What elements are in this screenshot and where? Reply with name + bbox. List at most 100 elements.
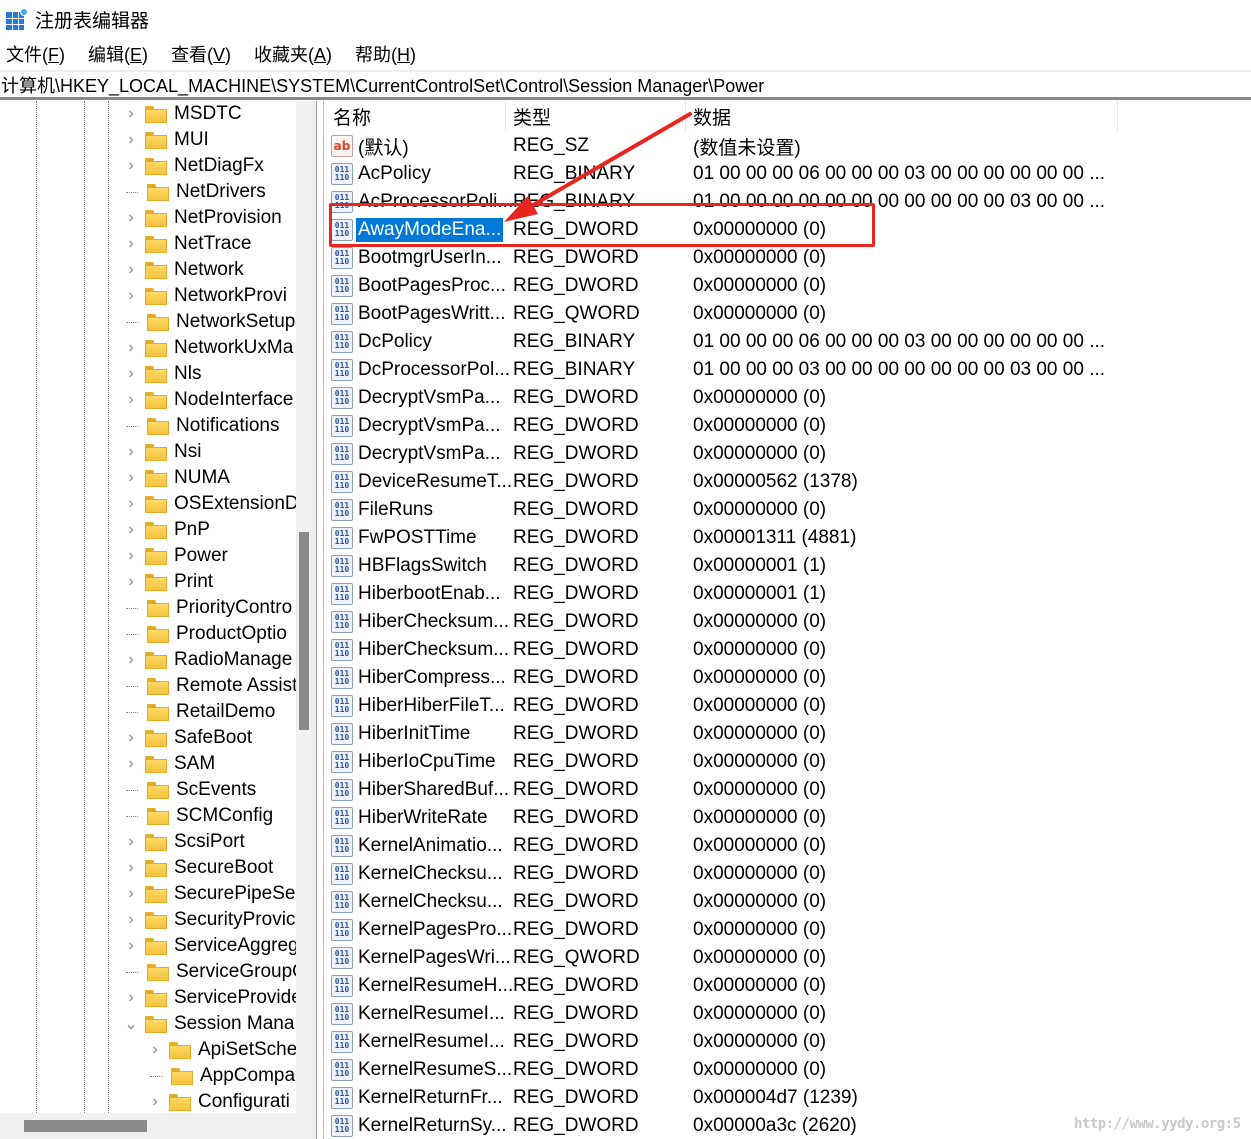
value-row[interactable]: 011 110 HiberChecksum... REG_DWORD 0x0000000…	[326, 636, 1251, 664]
value-row[interactable]: 011 110 KernelResumeS... REG_DWORD 0x0000000…	[326, 1056, 1251, 1084]
column-header-type[interactable]: 类型	[506, 101, 686, 131]
value-row[interactable]: 011 110 HiberIoCpuTime REG_DWORD 0x00000000 …	[326, 748, 1251, 776]
value-row[interactable]: 011 110 DecryptVsmPa... REG_DWORD 0x00000000…	[326, 440, 1251, 468]
column-header-name[interactable]: 名称	[326, 101, 506, 131]
chevron-right-icon[interactable]: ›	[124, 365, 138, 382]
menu-item-3[interactable]: 收藏夹(A)	[248, 41, 338, 67]
value-row[interactable]: 011 110 DcProcessorPol... REG_BINARY 01 00 0…	[326, 356, 1251, 384]
tree-item[interactable]: › NetworkProvi	[124, 283, 287, 309]
address-bar[interactable]: 计算机\HKEY_LOCAL_MACHINE\SYSTEM\CurrentCon…	[0, 70, 1251, 100]
tree-item[interactable]: › MUI	[124, 127, 209, 153]
chevron-right-icon[interactable]: ›	[124, 573, 138, 590]
chevron-right-icon[interactable]: ›	[124, 287, 138, 304]
tree-item[interactable]: Notifications	[124, 413, 280, 439]
value-row[interactable]: 011 110 DcPolicy REG_BINARY 01 00 00 00 06 0…	[326, 328, 1251, 356]
value-row[interactable]: 011 110 AwayModeEna... REG_DWORD 0x00000000 …	[326, 216, 1251, 244]
tree-item[interactable]: › ServiceAggreg	[124, 933, 296, 959]
value-row[interactable]: 011 110 KernelChecksu... REG_DWORD 0x0000000…	[326, 888, 1251, 916]
tree-horizontal-scrollbar[interactable]	[0, 1113, 316, 1139]
menu-item-2[interactable]: 查看(V)	[165, 41, 237, 67]
tree-item[interactable]: › Nls	[124, 361, 201, 387]
scrollbar-thumb[interactable]	[24, 1120, 147, 1132]
scrollbar-thumb[interactable]	[299, 532, 309, 730]
tree-item[interactable]: › Nsi	[124, 439, 201, 465]
chevron-right-icon[interactable]: ›	[124, 131, 138, 148]
value-row[interactable]: 011 110 FileRuns REG_DWORD 0x00000000 (0)	[326, 496, 1251, 524]
tree-item[interactable]: › MSDTC	[124, 101, 241, 127]
tree-item[interactable]: › OSExtensionD	[124, 491, 296, 517]
chevron-right-icon[interactable]: ›	[124, 235, 138, 252]
chevron-right-icon[interactable]: ›	[124, 391, 138, 408]
value-row[interactable]: 011 110 BootPagesProc... REG_DWORD 0x0000000…	[326, 272, 1251, 300]
tree-item[interactable]: › SecureBoot	[124, 855, 273, 881]
chevron-down-icon[interactable]: ⌄	[124, 1016, 138, 1033]
value-row[interactable]: 011 110 DecryptVsmPa... REG_DWORD 0x00000000…	[326, 412, 1251, 440]
value-row[interactable]: 011 110 HiberCompress... REG_DWORD 0x0000000…	[326, 664, 1251, 692]
tree-item[interactable]: › NetProvision	[124, 205, 281, 231]
value-row[interactable]: ab (默认) REG_SZ (数值未设置)	[326, 132, 1251, 160]
value-row[interactable]: 011 110 FwPOSTTime REG_DWORD 0x00001311 (488…	[326, 524, 1251, 552]
chevron-right-icon[interactable]: ›	[124, 859, 138, 876]
tree-item[interactable]: › Network	[124, 257, 243, 283]
value-row[interactable]: 011 110 AcProcessorPoli... REG_BINARY 01 00 …	[326, 188, 1251, 216]
tree-item[interactable]: RetailDemo	[124, 699, 275, 725]
value-row[interactable]: 011 110 KernelResumeI... REG_DWORD 0x0000000…	[326, 1028, 1251, 1056]
tree-item[interactable]: › ScsiPort	[124, 829, 244, 855]
value-row[interactable]: 011 110 HiberSharedBuf... REG_DWORD 0x000000…	[326, 776, 1251, 804]
value-row[interactable]: 011 110 KernelChecksu... REG_DWORD 0x0000000…	[326, 860, 1251, 888]
tree-item[interactable]: Remote Assist	[124, 673, 296, 699]
chevron-right-icon[interactable]: ›	[124, 989, 138, 1006]
chevron-right-icon[interactable]: ›	[124, 651, 138, 668]
tree-item[interactable]: NetworkSetup	[124, 309, 295, 335]
tree-item[interactable]: ⌄ Session Mana	[124, 1011, 294, 1037]
tree-item[interactable]: › SecurePipeSer	[124, 881, 296, 907]
menu-item-4[interactable]: 帮助(H)	[349, 41, 422, 67]
tree-item[interactable]: › ApiSetSche	[148, 1037, 296, 1063]
chevron-right-icon[interactable]: ›	[124, 729, 138, 746]
tree-item[interactable]: › Power	[124, 543, 228, 569]
tree-vertical-scrollbar[interactable]	[296, 101, 316, 1113]
chevron-right-icon[interactable]: ›	[124, 495, 138, 512]
value-row[interactable]: 011 110 KernelPagesPro... REG_DWORD 0x000000…	[326, 916, 1251, 944]
tree-item[interactable]: › PnP	[124, 517, 210, 543]
chevron-right-icon[interactable]: ›	[124, 339, 138, 356]
tree-item[interactable]: › SecurityProvic	[124, 907, 295, 933]
value-row[interactable]: 011 110 KernelAnimatio... REG_DWORD 0x000000…	[326, 832, 1251, 860]
tree-item[interactable]: › NUMA	[124, 465, 230, 491]
chevron-right-icon[interactable]: ›	[124, 937, 138, 954]
value-row[interactable]: 011 110 KernelResumeI... REG_DWORD 0x0000000…	[326, 1000, 1251, 1028]
tree-item[interactable]: › NetworkUxMa	[124, 335, 293, 361]
tree-item[interactable]: › Configurati	[148, 1089, 290, 1113]
chevron-right-icon[interactable]: ›	[124, 521, 138, 538]
value-row[interactable]: 011 110 AcPolicy REG_BINARY 01 00 00 00 06 0…	[326, 160, 1251, 188]
chevron-right-icon[interactable]: ›	[124, 105, 138, 122]
tree-item[interactable]: ServiceGroupO	[124, 959, 296, 985]
value-row[interactable]: 011 110 HiberInitTime REG_DWORD 0x00000000 (…	[326, 720, 1251, 748]
tree-item[interactable]: AppCompa	[148, 1063, 295, 1089]
pane-splitter[interactable]	[316, 101, 324, 1139]
value-row[interactable]: 011 110 DecryptVsmPa... REG_DWORD 0x00000000…	[326, 384, 1251, 412]
value-row[interactable]: 011 110 HiberChecksum... REG_DWORD 0x0000000…	[326, 608, 1251, 636]
tree-item[interactable]: › NetTrace	[124, 231, 251, 257]
tree-item[interactable]: SCMConfig	[124, 803, 273, 829]
value-row[interactable]: 011 110 BootPagesWritt... REG_QWORD 0x000000…	[326, 300, 1251, 328]
chevron-right-icon[interactable]: ›	[124, 885, 138, 902]
chevron-right-icon[interactable]: ›	[148, 1093, 162, 1110]
value-row[interactable]: 011 110 KernelReturnFr... REG_DWORD 0x000004…	[326, 1084, 1251, 1112]
menu-item-1[interactable]: 编辑(E)	[82, 41, 154, 67]
chevron-right-icon[interactable]: ›	[124, 911, 138, 928]
tree-item[interactable]: › RadioManage	[124, 647, 292, 673]
value-row[interactable]: 011 110 KernelResumeH... REG_DWORD 0x0000000…	[326, 972, 1251, 1000]
tree-item[interactable]: › SafeBoot	[124, 725, 252, 751]
tree-item[interactable]: ScEvents	[124, 777, 256, 803]
menu-item-0[interactable]: 文件(F)	[0, 41, 71, 67]
tree-item[interactable]: › SAM	[124, 751, 215, 777]
tree-item[interactable]: › Print	[124, 569, 213, 595]
chevron-right-icon[interactable]: ›	[124, 547, 138, 564]
tree-item[interactable]: ProductOptio	[124, 621, 287, 647]
value-row[interactable]: 011 110 HiberWriteRate REG_DWORD 0x00000000 …	[326, 804, 1251, 832]
chevron-right-icon[interactable]: ›	[124, 755, 138, 772]
address-path[interactable]: 计算机\HKEY_LOCAL_MACHINE\SYSTEM\CurrentCon…	[0, 72, 764, 98]
column-header-data[interactable]: 数据	[686, 101, 1118, 131]
chevron-right-icon[interactable]: ›	[148, 1041, 162, 1058]
